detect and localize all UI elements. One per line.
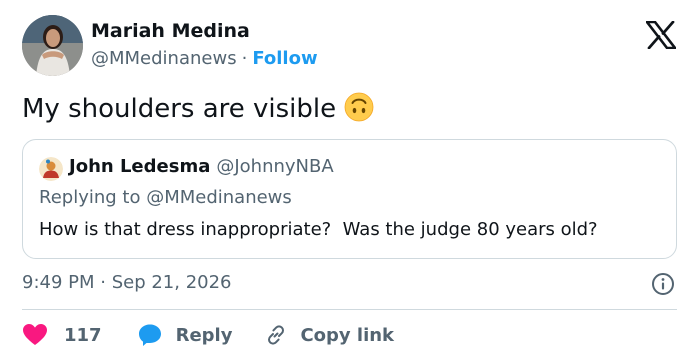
reply-bubble-icon [138,323,162,347]
like-button[interactable]: 117 [22,323,102,347]
reply-label: Reply [175,324,233,346]
author-avatar[interactable] [22,15,83,76]
link-icon [264,323,288,347]
quoted-author-handle[interactable]: @JohnnyNBA [216,156,333,177]
author-handle[interactable]: @MMedinanews [91,48,237,69]
heart-icon [22,323,48,347]
quoted-author-name[interactable]: John Ledesma [69,156,210,177]
action-bar: 117 Reply Copy link [22,322,394,348]
copy-link-label: Copy link [300,324,395,346]
author-handle-row: @MMedinanews · Follow [91,48,318,69]
info-icon[interactable] [651,272,675,296]
reply-button[interactable]: Reply [138,323,233,347]
tweet-text: My shoulders are visible [22,92,374,124]
copy-link-button[interactable]: Copy link [264,323,394,347]
upside-down-face-icon [344,92,374,122]
follow-button[interactable]: Follow [252,48,317,69]
author-name[interactable]: Mariah Medina [91,20,250,42]
like-count: 117 [64,324,102,346]
tweet-text-content: My shoulders are visible [22,94,337,124]
handle-separator: · [241,48,248,69]
quoted-author-avatar[interactable] [39,157,63,181]
tweet-timestamp[interactable]: 9:49 PM · Sep 21, 2026 [22,272,232,293]
quoted-tweet-text: How is that dress inappropriate? Was the… [39,219,598,240]
divider [22,309,677,310]
replying-to-text: Replying to @MMedinanews [39,187,292,208]
quoted-author-line: John Ledesma @JohnnyNBA [69,156,334,177]
quoted-tweet-card[interactable]: John Ledesma @JohnnyNBA Replying to @MMed… [22,139,677,259]
x-logo-icon[interactable] [645,20,677,50]
